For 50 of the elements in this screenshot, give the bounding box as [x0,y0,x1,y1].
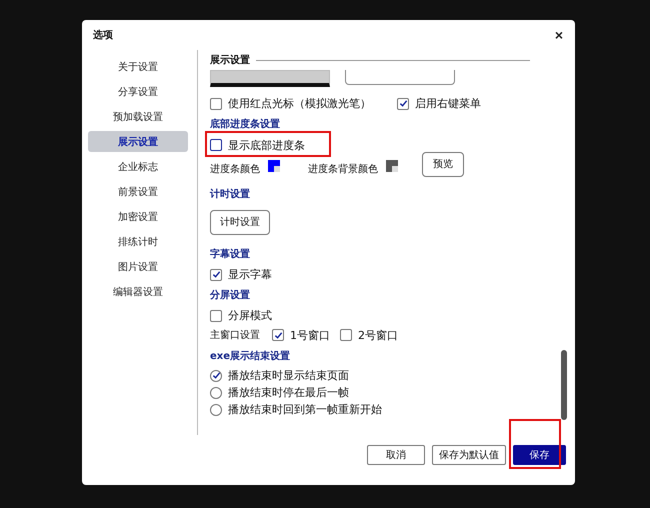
checkbox[interactable] [210,310,222,322]
window-title: 选项 [93,28,113,42]
color-label: 进度条背景颜色 [308,162,378,176]
checkbox[interactable] [210,98,222,110]
section-title: 底部进度条设置 [210,117,280,131]
option-label: 显示字幕 [228,267,272,282]
sidebar-item[interactable]: 预加载设置 [88,106,188,127]
checkbox[interactable] [397,98,409,110]
checkbox[interactable] [210,139,222,151]
group-heading: 展示设置 [210,54,250,67]
sidebar-item[interactable]: 企业标志 [88,156,188,177]
color-label: 进度条颜色 [210,162,260,176]
option-label: 播放结束时显示结束页面 [228,368,349,383]
radio-button[interactable] [210,370,222,382]
sidebar-item[interactable]: 编辑器设置 [88,281,188,302]
option-label: 启用右键菜单 [415,96,481,111]
sidebar-item[interactable]: 分享设置 [88,81,188,102]
footer-button[interactable]: 取消 [367,445,425,465]
color-picker[interactable] [268,160,280,172]
option-label: 播放结束时回到第一帧重新开始 [228,402,382,417]
sidebar-item[interactable]: 加密设置 [88,206,188,227]
section-title: 分屏设置 [210,288,250,302]
radio-button[interactable] [210,386,222,398]
section-title: 计时设置 [210,188,250,201]
timer-settings-button[interactable]: 计时设置 [210,210,270,234]
checkbox[interactable] [340,329,352,341]
option-label: 1号窗口 [290,328,330,342]
footer-button[interactable]: 保存为默认值 [432,445,506,465]
scrollbar-thumb[interactable] [561,350,567,420]
checkbox[interactable] [210,268,222,280]
checkbox[interactable] [272,329,284,341]
color-picker[interactable] [386,160,398,172]
preview-button[interactable]: 预览 [422,152,464,176]
option-label: 2号窗口 [358,328,398,342]
save-button[interactable]: 保存 [513,445,566,465]
option-label: 使用红点光标（模拟激光笔） [228,96,371,111]
field-label: 主窗口设置 [210,328,260,342]
sidebar-item[interactable]: 展示设置 [88,131,188,152]
path-button[interactable] [345,70,455,85]
sidebar-item[interactable]: 图片设置 [88,256,188,277]
sidebar-item[interactable]: 前景设置 [88,181,188,202]
option-label: 播放结束时停在最后一帧 [228,385,349,400]
section-title: 字幕设置 [210,247,250,261]
close-button[interactable]: × [552,27,565,43]
option-label: 分屏模式 [228,308,272,323]
section-title: exe展示结束设置 [210,350,290,363]
sidebar-item[interactable]: 排练计时 [88,231,188,252]
radio-button[interactable] [210,404,222,416]
option-label: 显示底部进度条 [228,138,305,152]
sidebar-item[interactable]: 关于设置 [88,56,188,77]
